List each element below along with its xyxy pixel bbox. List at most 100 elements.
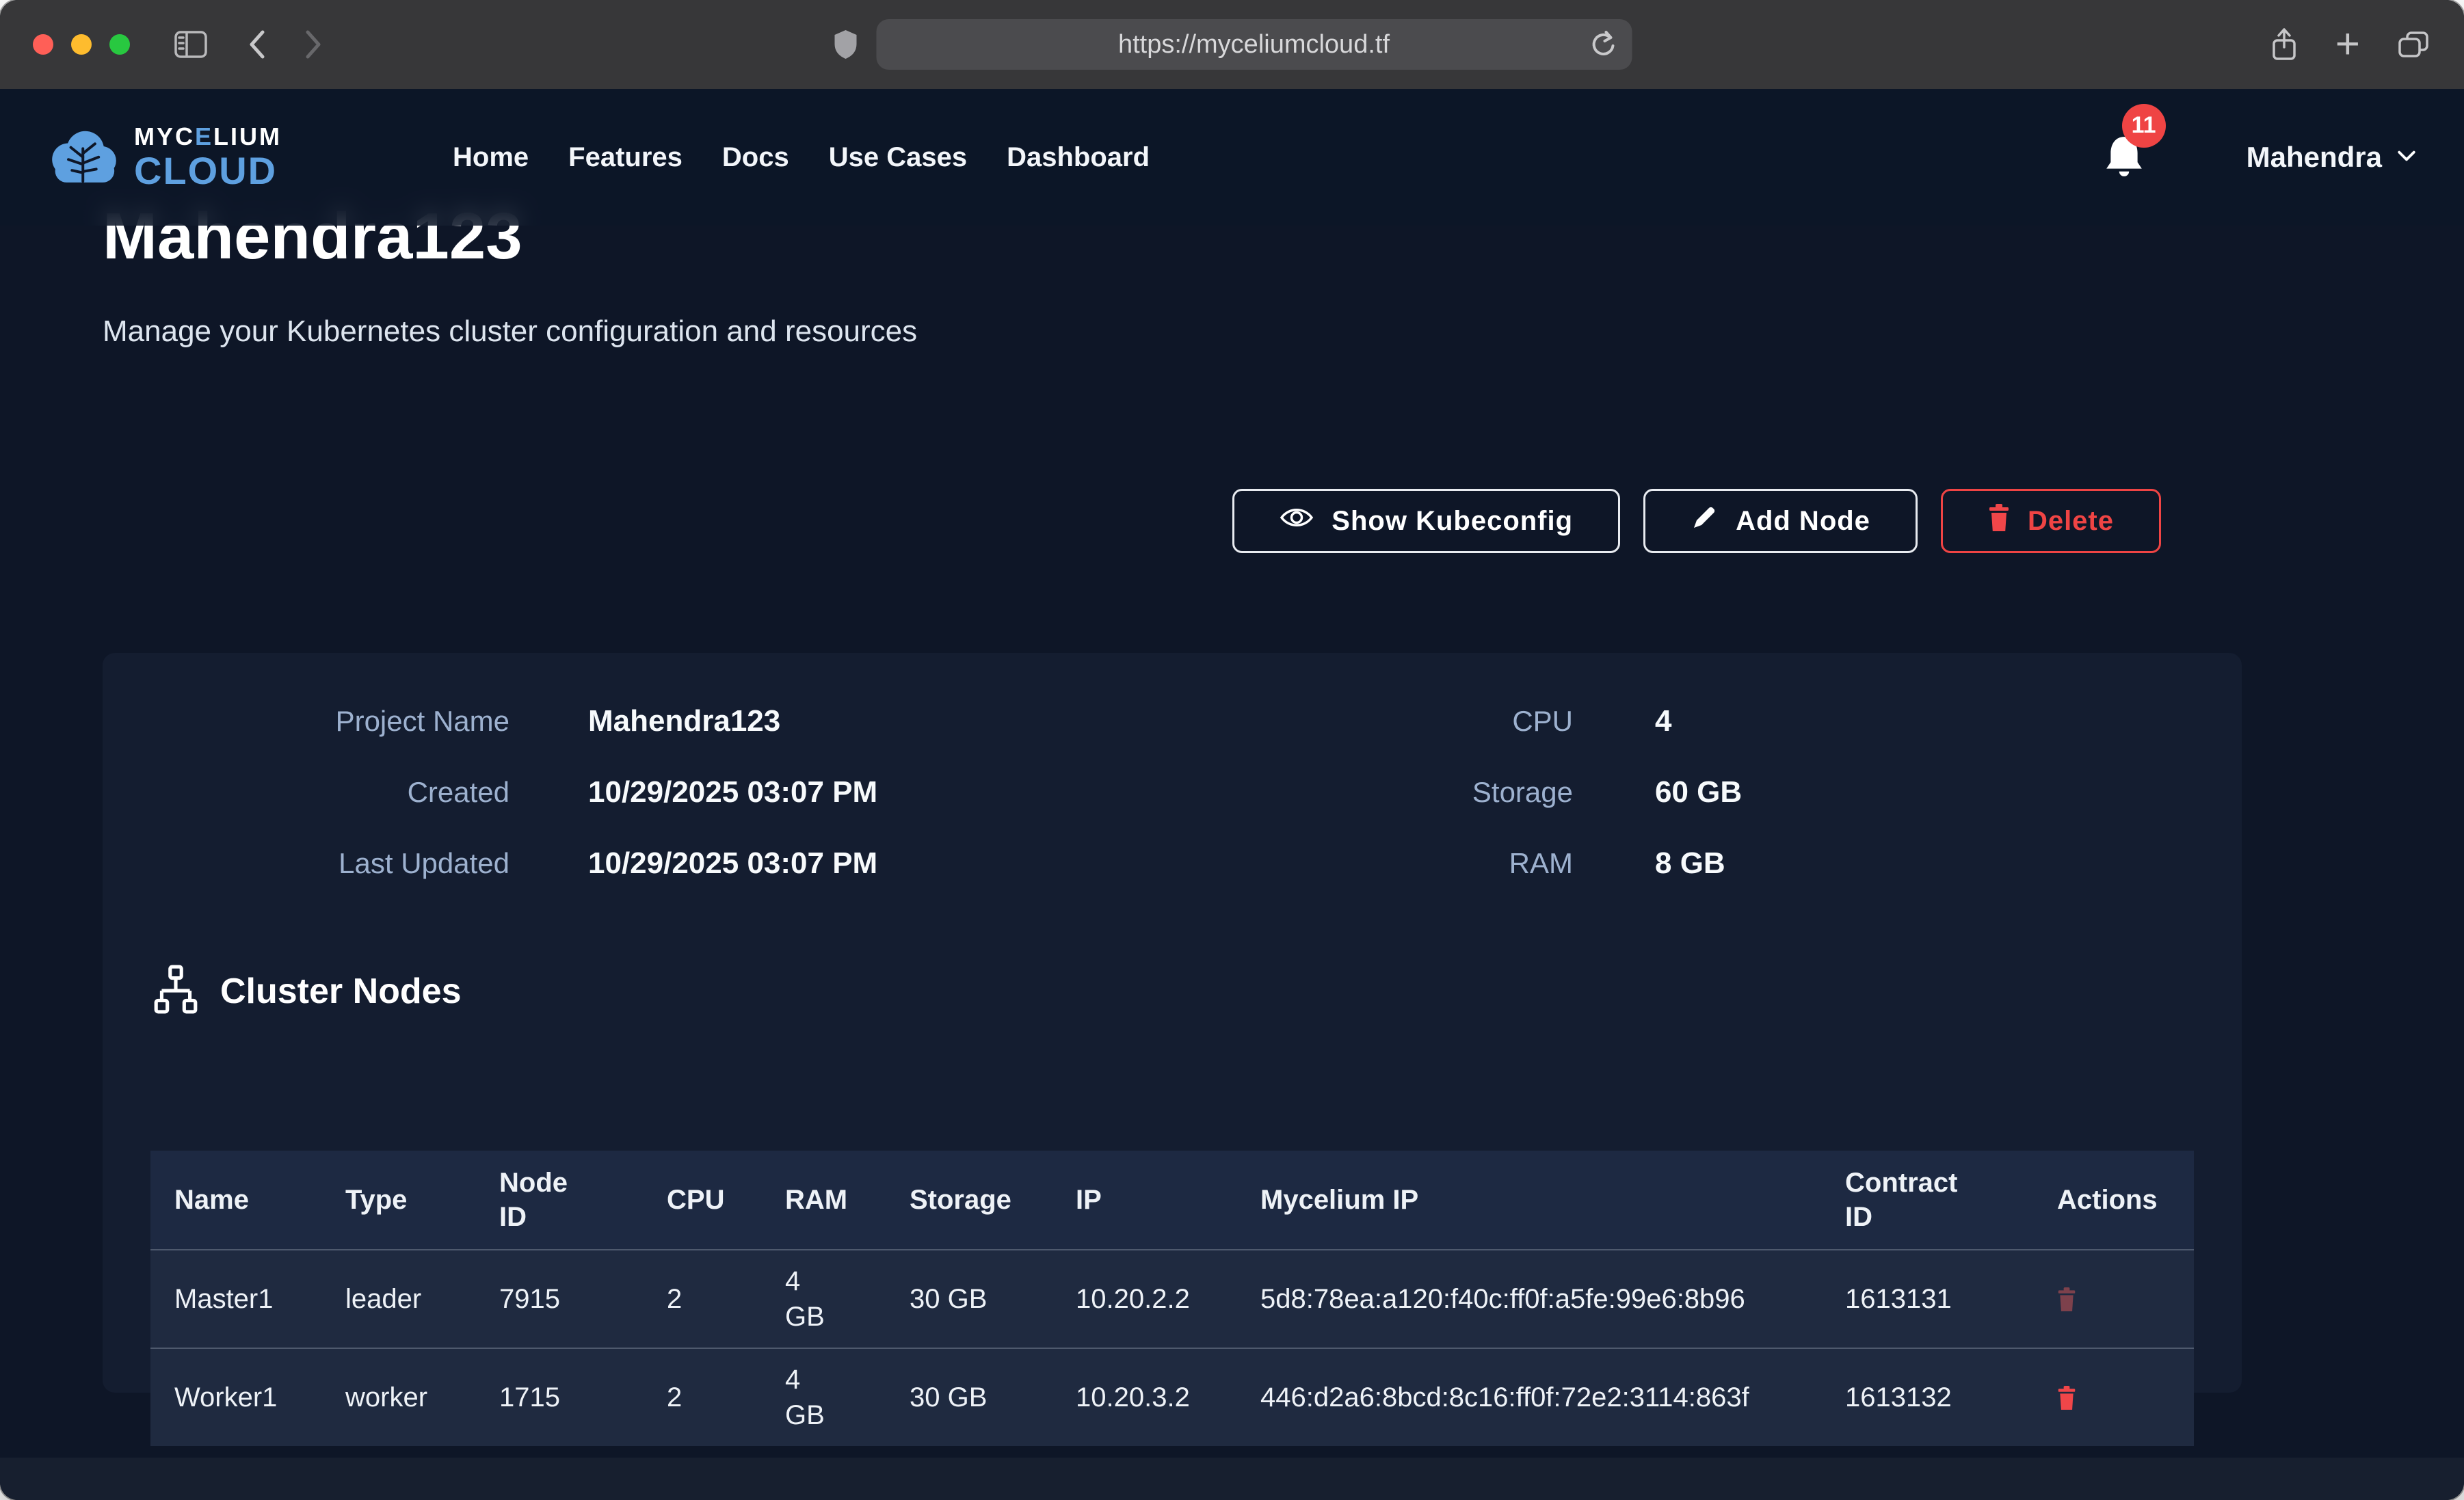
logo-wordmark: MYCELIUM CLOUD: [134, 124, 282, 190]
delete-cluster-button[interactable]: Delete: [1941, 489, 2161, 553]
nav-right-group: 11 Mahendra: [2104, 134, 2416, 181]
project-name-value: Mahendra123: [588, 704, 1074, 738]
col-mycelium-ip: Mycelium IP: [1260, 1183, 1845, 1217]
toolbar-left-group: [33, 0, 323, 89]
cell-type: worker: [345, 1380, 499, 1415]
created-value: 10/29/2025 03:07 PM: [588, 775, 1074, 809]
cluster-nodes-heading: Cluster Nodes: [150, 964, 462, 1018]
cell-node-id: 1715: [499, 1380, 667, 1415]
reload-icon[interactable]: [1589, 29, 1617, 59]
cell-type: leader: [345, 1281, 499, 1317]
page-body: Mahendra123 Manage your Kubernetes clust…: [0, 89, 2464, 1500]
cell-actions: [2057, 1385, 2194, 1410]
add-node-label: Add Node: [1736, 506, 1870, 537]
cell-contract-id: 1613132: [1845, 1380, 2057, 1415]
url-field[interactable]: https://myceliumcloud.tf: [876, 19, 1632, 70]
col-ram: RAM: [785, 1183, 910, 1217]
trash-icon: [1988, 503, 2010, 539]
nav-link-docs[interactable]: Docs: [722, 142, 789, 173]
cluster-nodes-table: Name Type Node ID CPU RAM Storage IP Myc…: [150, 1151, 2194, 1446]
cloud-tree-logo-icon: [48, 123, 120, 192]
cell-node-id: 7915: [499, 1281, 667, 1317]
col-name: Name: [174, 1183, 345, 1217]
col-contract-id: Contract ID: [1845, 1166, 2057, 1234]
mycelium-cloud-logo[interactable]: MYCELIUM CLOUD: [48, 123, 282, 192]
page-footer-strip: [0, 1458, 2464, 1500]
cluster-actions-row: Show Kubeconfig Add Node: [1232, 489, 2161, 553]
delete-node-button[interactable]: [2057, 1385, 2076, 1410]
project-summary-card: Project Name Mahendra123 Created 10/29/2…: [103, 653, 2242, 1393]
info-label: CPU: [1330, 704, 1573, 738]
storage-value: 60 GB: [1655, 775, 2065, 809]
minimize-window-button[interactable]: [71, 34, 92, 55]
col-actions: Actions: [2057, 1183, 2194, 1217]
chevron-down-icon: [2397, 150, 2416, 165]
new-tab-icon[interactable]: +: [2335, 23, 2360, 66]
delete-label: Delete: [2028, 506, 2114, 537]
cell-name: Worker1: [174, 1380, 345, 1415]
privacy-shield-icon[interactable]: [832, 29, 858, 60]
address-bar-group: https://myceliumcloud.tf: [832, 0, 1632, 89]
cell-ram: 4 GB: [785, 1362, 910, 1433]
info-label: Last Updated: [133, 846, 509, 881]
cell-contract-id: 1613131: [1845, 1281, 2057, 1317]
close-window-button[interactable]: [33, 34, 53, 55]
project-info-right: CPU 4 Storage 60 GB RAM 8 GB: [1330, 704, 2065, 881]
bell-icon: [2104, 169, 2144, 180]
col-ip: IP: [1076, 1183, 1260, 1217]
logo-line-cloud: CLOUD: [134, 152, 282, 190]
col-type: Type: [345, 1183, 499, 1217]
browser-window: https://myceliumcloud.tf +: [0, 0, 2464, 1500]
zoom-window-button[interactable]: [109, 34, 130, 55]
cell-storage: 30 GB: [910, 1380, 1076, 1415]
col-cpu: CPU: [667, 1183, 785, 1217]
page-subtitle: Manage your Kubernetes cluster configura…: [103, 314, 917, 349]
cell-ip: 10.20.2.2: [1076, 1281, 1260, 1317]
cell-ram: 4 GB: [785, 1263, 910, 1335]
logo-line-mycelium: MYCELIUM: [134, 124, 282, 149]
ram-value: 8 GB: [1655, 846, 2065, 881]
last-updated-value: 10/29/2025 03:07 PM: [588, 846, 1074, 881]
show-kubeconfig-label: Show Kubeconfig: [1332, 506, 1573, 537]
site-navbar: MYCELIUM CLOUD Home Features Docs Use Ca…: [0, 89, 2464, 226]
notifications-button[interactable]: 11: [2104, 134, 2144, 181]
cell-mycelium-ip: 446:d2a6:8bcd:8c16:ff0f:72e2:3114:863f: [1260, 1380, 1845, 1415]
col-storage: Storage: [910, 1183, 1076, 1217]
nav-links: Home Features Docs Use Cases Dashboard: [453, 142, 1150, 173]
url-text: https://myceliumcloud.tf: [1118, 30, 1390, 59]
cell-cpu: 2: [667, 1380, 785, 1415]
nav-link-home[interactable]: Home: [453, 142, 529, 173]
browser-toolbar: https://myceliumcloud.tf +: [0, 0, 2464, 89]
info-label: Storage: [1330, 775, 1573, 809]
table-row: Worker1 worker 1715 2 4 GB 30 GB 10.20.3…: [150, 1348, 2194, 1446]
add-node-button[interactable]: Add Node: [1643, 489, 1918, 553]
cell-name: Master1: [174, 1281, 345, 1317]
user-name: Mahendra: [2247, 141, 2382, 174]
pencil-icon: [1691, 504, 1718, 538]
sidebar-toggle-icon[interactable]: [174, 30, 208, 59]
nav-link-features[interactable]: Features: [568, 142, 683, 173]
info-label: Project Name: [133, 704, 509, 738]
cell-storage: 30 GB: [910, 1281, 1076, 1317]
cluster-nodes-title: Cluster Nodes: [220, 971, 462, 1012]
toolbar-right-group: +: [2270, 0, 2430, 89]
cell-ip: 10.20.3.2: [1076, 1380, 1260, 1415]
info-label: RAM: [1330, 846, 1573, 881]
tab-overview-icon[interactable]: [2397, 30, 2430, 59]
nav-link-dashboard[interactable]: Dashboard: [1007, 142, 1150, 173]
back-icon[interactable]: [248, 29, 265, 59]
delete-node-button[interactable]: [2057, 1287, 2076, 1312]
share-icon[interactable]: [2270, 27, 2299, 62]
table-row: Master1 leader 7915 2 4 GB 30 GB 10.20.2…: [150, 1249, 2194, 1348]
cell-actions: [2057, 1287, 2194, 1312]
project-info-left: Project Name Mahendra123 Created 10/29/2…: [133, 704, 1074, 881]
network-nodes-icon: [150, 964, 201, 1018]
show-kubeconfig-button[interactable]: Show Kubeconfig: [1232, 489, 1620, 553]
nav-link-use-cases[interactable]: Use Cases: [829, 142, 967, 173]
info-label: Created: [133, 775, 509, 809]
table-header-row: Name Type Node ID CPU RAM Storage IP Myc…: [150, 1151, 2194, 1249]
eye-icon: [1280, 505, 1314, 537]
traffic-lights: [33, 34, 130, 55]
user-menu[interactable]: Mahendra: [2247, 141, 2416, 174]
forward-icon[interactable]: [305, 29, 323, 59]
